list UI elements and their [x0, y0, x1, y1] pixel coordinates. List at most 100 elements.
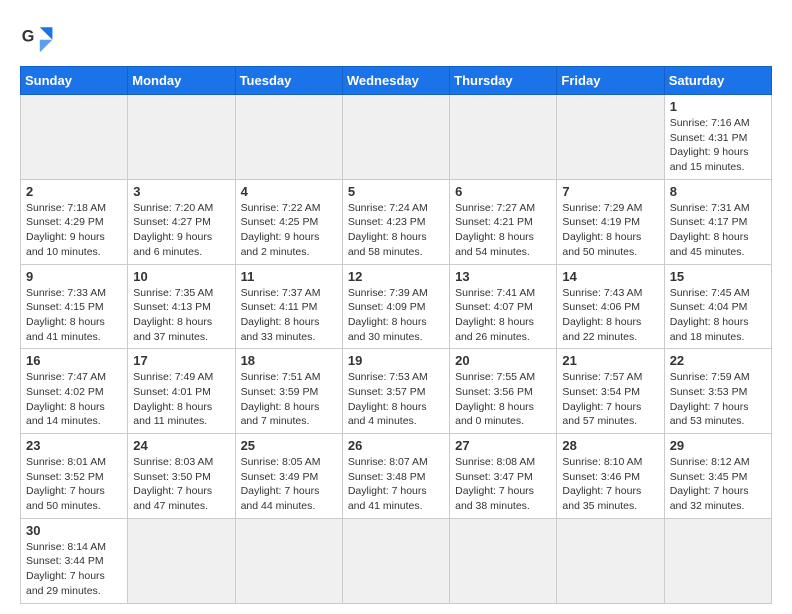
- day-cell: 30 Sunrise: 8:14 AM Sunset: 3:44 PM Dayli…: [21, 518, 128, 603]
- day-cell: [128, 95, 235, 180]
- day-number: 30: [26, 523, 122, 538]
- week-row-1: 1 Sunrise: 7:16 AM Sunset: 4:31 PM Daylig…: [21, 95, 772, 180]
- day-info: Sunrise: 7:16 AM Sunset: 4:31 PM Dayligh…: [670, 116, 766, 175]
- day-cell: [342, 95, 449, 180]
- day-info: Sunrise: 7:59 AM Sunset: 3:53 PM Dayligh…: [670, 370, 766, 429]
- day-info: Sunrise: 8:14 AM Sunset: 3:44 PM Dayligh…: [26, 540, 122, 599]
- day-cell: [450, 95, 557, 180]
- day-cell: 4Sunrise: 7:22 AM Sunset: 4:25 PM Daylig…: [235, 179, 342, 264]
- day-number: 20: [455, 353, 551, 368]
- day-cell: 2 Sunrise: 7:18 AM Sunset: 4:29 PM Daylig…: [21, 179, 128, 264]
- day-info: Sunrise: 7:35 AM Sunset: 4:13 PM Dayligh…: [133, 286, 229, 345]
- day-cell: 11Sunrise: 7:37 AM Sunset: 4:11 PM Dayli…: [235, 264, 342, 349]
- day-info: Sunrise: 7:18 AM Sunset: 4:29 PM Dayligh…: [26, 201, 122, 260]
- day-cell: 26Sunrise: 8:07 AM Sunset: 3:48 PM Dayli…: [342, 434, 449, 519]
- day-number: 3: [133, 184, 229, 199]
- day-info: Sunrise: 7:33 AM Sunset: 4:15 PM Dayligh…: [26, 286, 122, 345]
- day-number: 29: [670, 438, 766, 453]
- day-cell: 20 Sunrise: 7:55 AM Sunset: 3:56 PM Dayli…: [450, 349, 557, 434]
- day-cell: [557, 518, 664, 603]
- day-number: 9: [26, 269, 122, 284]
- week-row-2: 2 Sunrise: 7:18 AM Sunset: 4:29 PM Daylig…: [21, 179, 772, 264]
- day-number: 4: [241, 184, 337, 199]
- day-info: Sunrise: 7:49 AM Sunset: 4:01 PM Dayligh…: [133, 370, 229, 429]
- day-cell: 16Sunrise: 7:47 AM Sunset: 4:02 PM Dayli…: [21, 349, 128, 434]
- day-cell: [450, 518, 557, 603]
- day-info: Sunrise: 8:12 AM Sunset: 3:45 PM Dayligh…: [670, 455, 766, 514]
- day-cell: [235, 518, 342, 603]
- day-number: 28: [562, 438, 658, 453]
- day-cell: 28 Sunrise: 8:10 AM Sunset: 3:46 PM Dayli…: [557, 434, 664, 519]
- weekday-wednesday: Wednesday: [342, 67, 449, 95]
- day-cell: 19 Sunrise: 7:53 AM Sunset: 3:57 PM Dayli…: [342, 349, 449, 434]
- day-cell: 13Sunrise: 7:41 AM Sunset: 4:07 PM Dayli…: [450, 264, 557, 349]
- day-number: 6: [455, 184, 551, 199]
- day-cell: [21, 95, 128, 180]
- day-info: Sunrise: 7:53 AM Sunset: 3:57 PM Dayligh…: [348, 370, 444, 429]
- day-cell: [557, 95, 664, 180]
- day-number: 25: [241, 438, 337, 453]
- day-number: 1: [670, 99, 766, 114]
- day-number: 10: [133, 269, 229, 284]
- day-info: Sunrise: 7:45 AM Sunset: 4:04 PM Dayligh…: [670, 286, 766, 345]
- day-cell: 9 Sunrise: 7:33 AM Sunset: 4:15 PM Daylig…: [21, 264, 128, 349]
- day-cell: 14 Sunrise: 7:43 AM Sunset: 4:06 PM Dayli…: [557, 264, 664, 349]
- day-info: Sunrise: 8:05 AM Sunset: 3:49 PM Dayligh…: [241, 455, 337, 514]
- day-cell: 6Sunrise: 7:27 AM Sunset: 4:21 PM Daylig…: [450, 179, 557, 264]
- day-info: Sunrise: 7:20 AM Sunset: 4:27 PM Dayligh…: [133, 201, 229, 260]
- day-info: Sunrise: 7:43 AM Sunset: 4:06 PM Dayligh…: [562, 286, 658, 345]
- day-number: 14: [562, 269, 658, 284]
- day-cell: 27 Sunrise: 8:08 AM Sunset: 3:47 PM Dayli…: [450, 434, 557, 519]
- day-info: Sunrise: 7:55 AM Sunset: 3:56 PM Dayligh…: [455, 370, 551, 429]
- week-row-3: 9 Sunrise: 7:33 AM Sunset: 4:15 PM Daylig…: [21, 264, 772, 349]
- day-number: 23: [26, 438, 122, 453]
- day-cell: [342, 518, 449, 603]
- day-cell: [235, 95, 342, 180]
- day-info: Sunrise: 8:01 AM Sunset: 3:52 PM Dayligh…: [26, 455, 122, 514]
- day-cell: 29 Sunrise: 8:12 AM Sunset: 3:45 PM Dayli…: [664, 434, 771, 519]
- day-number: 19: [348, 353, 444, 368]
- day-cell: [128, 518, 235, 603]
- day-number: 21: [562, 353, 658, 368]
- day-number: 5: [348, 184, 444, 199]
- day-cell: 21 Sunrise: 7:57 AM Sunset: 3:54 PM Dayli…: [557, 349, 664, 434]
- day-info: Sunrise: 7:24 AM Sunset: 4:23 PM Dayligh…: [348, 201, 444, 260]
- day-cell: 1 Sunrise: 7:16 AM Sunset: 4:31 PM Daylig…: [664, 95, 771, 180]
- logo: G: [20, 20, 62, 56]
- day-cell: [664, 518, 771, 603]
- calendar: SundayMondayTuesdayWednesdayThursdayFrid…: [20, 66, 772, 604]
- day-info: Sunrise: 8:08 AM Sunset: 3:47 PM Dayligh…: [455, 455, 551, 514]
- weekday-sunday: Sunday: [21, 67, 128, 95]
- day-info: Sunrise: 7:41 AM Sunset: 4:07 PM Dayligh…: [455, 286, 551, 345]
- day-info: Sunrise: 8:10 AM Sunset: 3:46 PM Dayligh…: [562, 455, 658, 514]
- day-cell: 17 Sunrise: 7:49 AM Sunset: 4:01 PM Dayli…: [128, 349, 235, 434]
- day-number: 2: [26, 184, 122, 199]
- day-number: 27: [455, 438, 551, 453]
- page: G SundayMondayTuesdayWednesdayThursdayFr…: [0, 0, 792, 614]
- day-number: 18: [241, 353, 337, 368]
- day-number: 17: [133, 353, 229, 368]
- day-number: 12: [348, 269, 444, 284]
- day-number: 22: [670, 353, 766, 368]
- day-number: 8: [670, 184, 766, 199]
- day-cell: 25 Sunrise: 8:05 AM Sunset: 3:49 PM Dayli…: [235, 434, 342, 519]
- day-cell: 15Sunrise: 7:45 AM Sunset: 4:04 PM Dayli…: [664, 264, 771, 349]
- weekday-friday: Friday: [557, 67, 664, 95]
- header: G: [20, 20, 772, 56]
- weekday-saturday: Saturday: [664, 67, 771, 95]
- day-cell: 8Sunrise: 7:31 AM Sunset: 4:17 PM Daylig…: [664, 179, 771, 264]
- day-number: 7: [562, 184, 658, 199]
- day-cell: 18 Sunrise: 7:51 AM Sunset: 3:59 PM Dayli…: [235, 349, 342, 434]
- day-info: Sunrise: 7:39 AM Sunset: 4:09 PM Dayligh…: [348, 286, 444, 345]
- week-row-5: 23 Sunrise: 8:01 AM Sunset: 3:52 PM Dayli…: [21, 434, 772, 519]
- weekday-tuesday: Tuesday: [235, 67, 342, 95]
- day-info: Sunrise: 7:47 AM Sunset: 4:02 PM Dayligh…: [26, 370, 122, 429]
- day-cell: 3 Sunrise: 7:20 AM Sunset: 4:27 PM Daylig…: [128, 179, 235, 264]
- day-info: Sunrise: 7:51 AM Sunset: 3:59 PM Dayligh…: [241, 370, 337, 429]
- day-info: Sunrise: 8:03 AM Sunset: 3:50 PM Dayligh…: [133, 455, 229, 514]
- day-cell: 23 Sunrise: 8:01 AM Sunset: 3:52 PM Dayli…: [21, 434, 128, 519]
- day-info: Sunrise: 7:57 AM Sunset: 3:54 PM Dayligh…: [562, 370, 658, 429]
- day-cell: 12 Sunrise: 7:39 AM Sunset: 4:09 PM Dayli…: [342, 264, 449, 349]
- day-cell: 5 Sunrise: 7:24 AM Sunset: 4:23 PM Daylig…: [342, 179, 449, 264]
- svg-text:G: G: [22, 28, 35, 46]
